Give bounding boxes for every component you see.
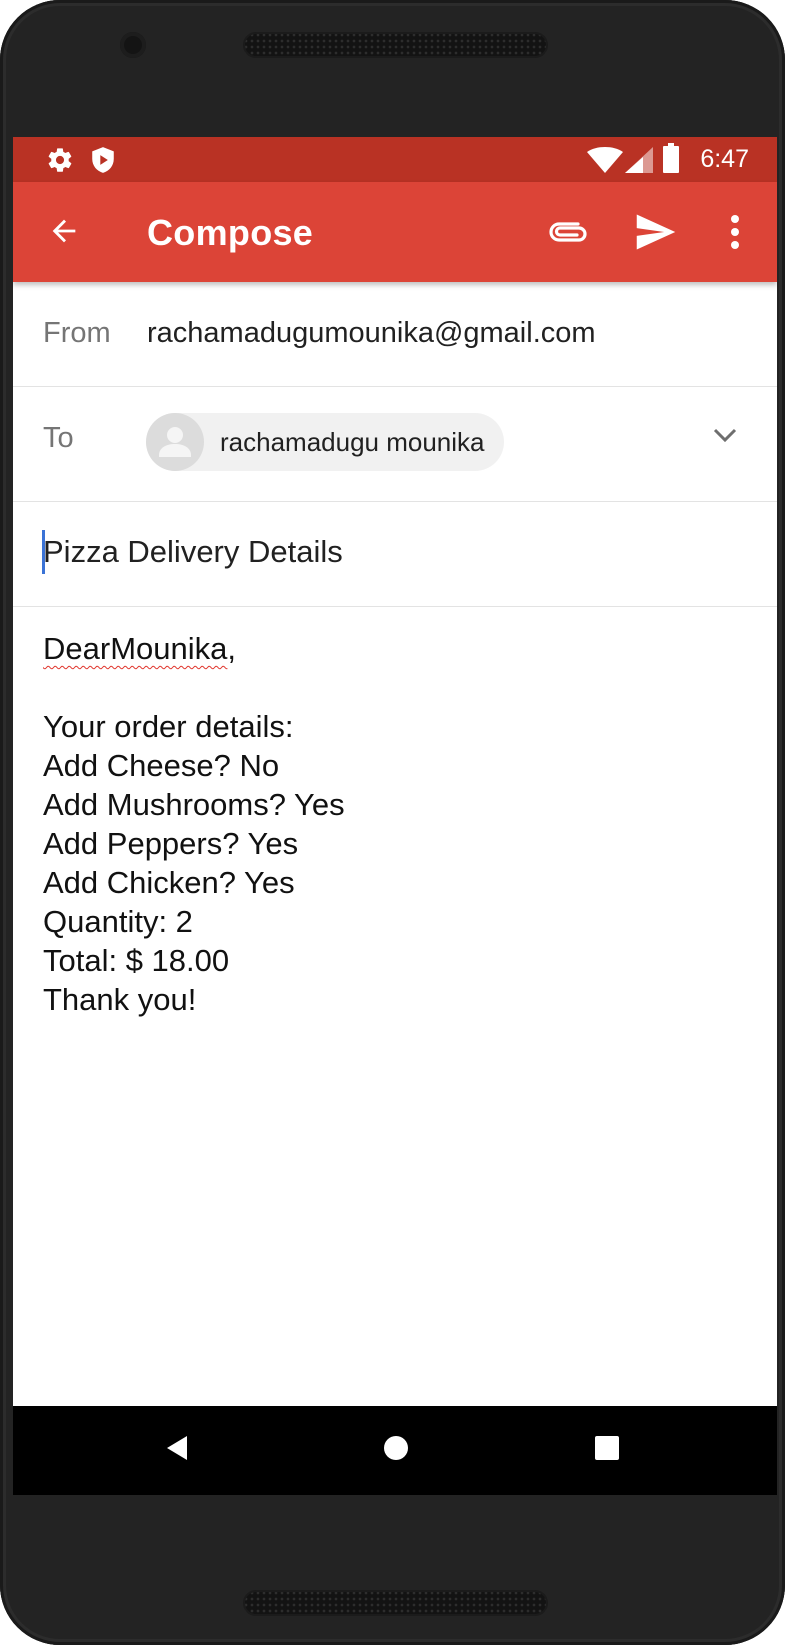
send-icon[interactable] [635, 212, 677, 257]
subject-row[interactable]: Pizza Delivery Details [13, 502, 777, 607]
top-speaker-grille [243, 32, 548, 58]
body-line: Add Peppers? Yes [43, 826, 299, 861]
nav-recents-icon[interactable] [595, 1436, 619, 1465]
back-arrow-icon[interactable] [47, 214, 81, 253]
from-label: From [43, 317, 111, 349]
app-bar: Compose [13, 182, 777, 282]
wifi-icon [587, 147, 623, 178]
avatar [146, 413, 204, 471]
status-bar: 6:47 [13, 137, 777, 182]
more-vert-icon[interactable] [729, 212, 741, 257]
status-time: 6:47 [700, 145, 749, 173]
body-line: Total: $ 18.00 [43, 943, 230, 978]
body-line: Add Chicken? Yes [43, 865, 295, 900]
system-nav-bar [13, 1406, 777, 1495]
from-row[interactable]: From rachamadugumounika@gmail.com [13, 282, 777, 387]
screen: 6:47 Compose From rachamadugumounika@gma… [13, 137, 777, 1495]
body-line: Add Cheese? No [43, 748, 280, 783]
recipient-chip[interactable]: rachamadugu mounika [146, 413, 504, 471]
chevron-down-icon[interactable] [711, 425, 739, 450]
attach-icon[interactable] [547, 212, 589, 257]
body-line: Thank you! [43, 982, 197, 1017]
battery-icon [663, 143, 679, 178]
settings-icon [46, 146, 74, 179]
subject-field[interactable]: Pizza Delivery Details [43, 534, 343, 570]
body-line: Add Mushrooms? Yes [43, 787, 345, 822]
body-line: Quantity: 2 [43, 904, 193, 939]
phone-frame: 6:47 Compose From rachamadugumounika@gma… [0, 0, 785, 1645]
front-camera [120, 32, 146, 58]
shield-play-icon [90, 146, 116, 179]
to-label: To [43, 422, 74, 454]
greeting-name: DearMounika [43, 631, 228, 666]
page-title: Compose [147, 212, 314, 253]
body-line: Your order details: [43, 709, 294, 744]
cell-signal-icon [625, 147, 653, 178]
greeting-punct: , [227, 631, 236, 666]
nav-back-icon[interactable] [165, 1434, 189, 1467]
body-field[interactable]: DearMounika, Your order details: Add Che… [43, 629, 345, 1019]
bottom-speaker-grille [243, 1590, 548, 1616]
recipient-name: rachamadugu mounika [220, 427, 485, 457]
from-account[interactable]: rachamadugumounika@gmail.com [147, 317, 596, 350]
to-row[interactable]: To rachamadugu mounika [13, 387, 777, 502]
nav-home-icon[interactable] [383, 1435, 409, 1466]
